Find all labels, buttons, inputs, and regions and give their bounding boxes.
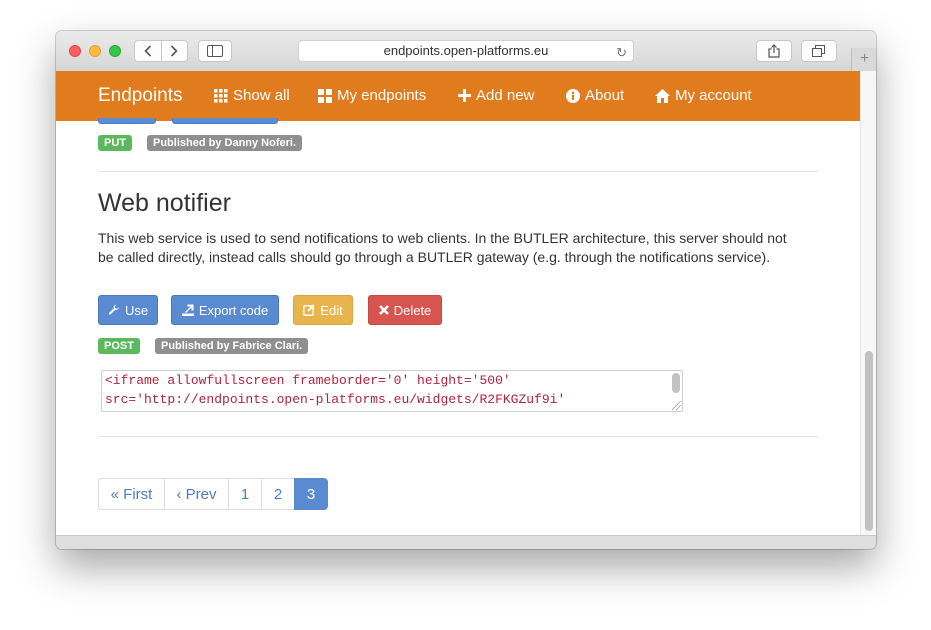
address-bar[interactable]: endpoints.open-platforms.eu ↻	[298, 40, 634, 62]
page-scrollbar-thumb[interactable]	[865, 351, 873, 531]
minimize-window-button[interactable]	[89, 45, 101, 57]
endpoint-list: PUT Published by Danny Noferi. Web notif…	[56, 118, 860, 535]
delete-button[interactable]: Delete	[368, 295, 442, 325]
pagination-page[interactable]: 2	[261, 478, 295, 510]
url-text: endpoints.open-platforms.eu	[383, 43, 549, 58]
chevron-right-icon	[171, 45, 178, 57]
web-viewport: Endpoints Show all My endpoints Add new …	[56, 71, 876, 535]
show-tabs-button[interactable]	[801, 40, 837, 62]
info-icon	[566, 88, 580, 103]
wrench-icon	[108, 304, 119, 315]
forward-button[interactable]	[162, 41, 188, 61]
tabs-icon	[812, 45, 825, 57]
export-code-button-label: Export code	[198, 302, 269, 318]
window-bottom-edge	[56, 535, 876, 549]
nav-add-new[interactable]: Add new	[458, 87, 534, 104]
nav-about-label: About	[585, 87, 625, 104]
browser-toolbar: endpoints.open-platforms.eu ↻ +	[56, 31, 876, 72]
sidebar-button[interactable]	[198, 40, 232, 62]
pagination-page[interactable]: 1	[228, 478, 262, 510]
brand-link[interactable]: Endpoints	[98, 85, 183, 107]
endpoint-description: This web service is used to send notific…	[98, 230, 787, 265]
publisher-badge: Published by Fabrice Clari.	[155, 338, 309, 354]
pagination-prev[interactable]: ‹ Prev	[164, 478, 229, 510]
nav-my-endpoints[interactable]: My endpoints	[318, 87, 426, 104]
pagination-first[interactable]: « First	[98, 478, 165, 510]
export-icon	[181, 304, 194, 316]
nav-show-all[interactable]: Show all	[214, 87, 290, 104]
embed-code-line: src='http://endpoints.open-platforms.eu/…	[105, 392, 566, 407]
previous-export-button[interactable]	[172, 118, 278, 124]
plus-icon: +	[859, 50, 870, 67]
nav-my-account-label: My account	[675, 87, 752, 104]
embed-code-line: <iframe allowfullscreen frameborder='0' …	[105, 373, 511, 388]
pagination-page-current[interactable]: 3	[294, 478, 328, 510]
nav-show-all-label: Show all	[233, 87, 290, 104]
close-window-button[interactable]	[69, 45, 81, 57]
site-navbar: Endpoints Show all My endpoints Add new …	[56, 71, 860, 121]
browser-window: endpoints.open-platforms.eu ↻ + Endpoint…	[56, 31, 876, 549]
share-icon	[768, 44, 780, 58]
home-icon	[655, 88, 670, 103]
export-code-button[interactable]: Export code	[171, 295, 279, 325]
history-nav-group	[134, 40, 188, 62]
new-tab-button[interactable]: +	[851, 48, 876, 71]
use-button-label: Use	[124, 302, 149, 318]
close-icon	[378, 305, 389, 315]
page-scrollbar[interactable]	[860, 71, 876, 535]
nav-my-account[interactable]: My account	[655, 87, 752, 104]
edit-button[interactable]: Edit	[293, 295, 353, 325]
back-button[interactable]	[135, 41, 161, 61]
method-badge: PUT	[98, 135, 132, 151]
plus-icon	[458, 89, 471, 102]
use-button[interactable]: Use	[98, 295, 158, 325]
share-button[interactable]	[756, 40, 792, 62]
pagination: « First ‹ Prev 1 2 3	[98, 478, 328, 510]
reload-icon[interactable]: ↻	[616, 43, 627, 63]
divider	[98, 171, 818, 172]
divider	[98, 436, 818, 437]
textarea-scrollbar[interactable]	[672, 373, 680, 393]
delete-button-label: Delete	[393, 302, 432, 318]
nav-about[interactable]: About	[566, 87, 624, 104]
method-badge: POST	[98, 338, 140, 354]
publisher-badge: Published by Danny Noferi.	[147, 135, 303, 151]
grid-icon	[214, 88, 228, 102]
embed-code-textarea[interactable]: <iframe allowfullscreen frameborder='0' …	[101, 370, 683, 412]
sidebar-icon	[207, 45, 223, 57]
nav-add-new-label: Add new	[476, 87, 535, 104]
edit-button-label: Edit	[320, 302, 343, 318]
previous-use-button[interactable]	[98, 118, 156, 124]
edit-icon	[303, 304, 315, 316]
resize-grip-icon[interactable]	[672, 401, 681, 410]
nav-my-endpoints-label: My endpoints	[337, 87, 427, 104]
chevron-left-icon	[144, 45, 151, 57]
th-large-icon	[318, 88, 332, 103]
zoom-window-button[interactable]	[109, 45, 121, 57]
endpoint-title: Web notifier	[98, 189, 231, 217]
